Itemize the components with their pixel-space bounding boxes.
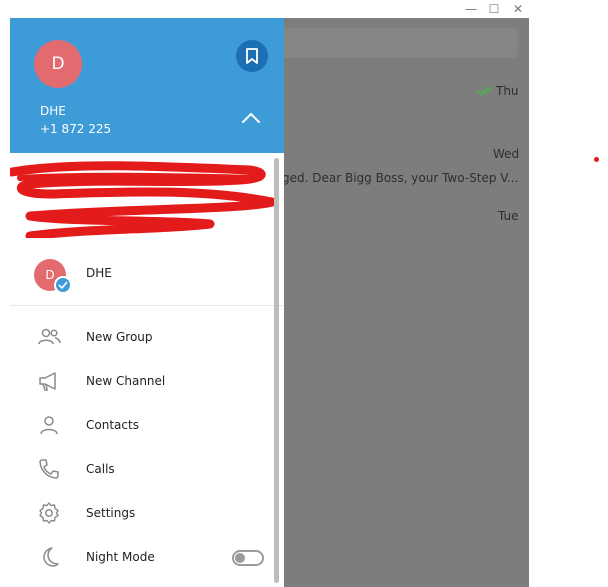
menu-item-new-channel[interactable]: New Channel xyxy=(10,359,284,403)
menu-label: Settings xyxy=(86,506,136,520)
menu-item-settings[interactable]: Settings xyxy=(10,491,284,535)
megaphone-icon xyxy=(39,372,56,391)
drawer-header: D DHE +1 872 225 xyxy=(10,18,284,153)
saved-messages-button[interactable] xyxy=(236,40,268,72)
menu-item-night-mode[interactable]: Night Mode xyxy=(10,535,284,579)
menu-label: New Channel xyxy=(86,374,166,388)
menu-label: New Group xyxy=(86,330,153,344)
chat-row-3-time: Tue xyxy=(498,209,519,223)
chat-row-2-snippet: ged. Dear Bigg Boss, your Two-Step V... xyxy=(282,171,519,185)
gear-icon xyxy=(39,502,59,524)
person-icon xyxy=(40,416,58,435)
chat-time: Thu xyxy=(496,84,519,98)
redaction-scribble xyxy=(10,161,277,238)
avatar[interactable]: D xyxy=(34,40,82,88)
close-button[interactable]: ✕ xyxy=(506,0,530,18)
check-badge-icon xyxy=(54,276,72,294)
account-row[interactable]: D DHE xyxy=(10,254,284,304)
scrollbar[interactable] xyxy=(274,158,279,583)
account-name: DHE xyxy=(86,266,112,280)
chat-row-2-time: Wed xyxy=(493,147,520,161)
menu-item-calls[interactable]: Calls xyxy=(10,447,284,491)
maximize-button[interactable]: ☐ xyxy=(482,0,506,18)
toggle-knob xyxy=(235,553,245,563)
menu-label: Night Mode xyxy=(86,550,155,564)
red-dot-mark xyxy=(594,157,599,162)
title-bar: — ☐ ✕ xyxy=(10,0,529,18)
moon-icon xyxy=(43,547,59,567)
phone-icon xyxy=(39,459,59,479)
menu-label: Contacts xyxy=(86,418,139,432)
night-mode-toggle[interactable] xyxy=(232,550,264,566)
user-phone: +1 872 225 xyxy=(40,122,112,136)
group-icon xyxy=(38,328,61,345)
menu-item-contacts[interactable]: Contacts xyxy=(10,403,284,447)
minimize-button[interactable]: — xyxy=(459,0,483,18)
divider xyxy=(10,305,284,306)
chat-row-1-time: Thu xyxy=(476,84,519,98)
side-menu-drawer: D DHE +1 872 225 D DHE New Group New Cha… xyxy=(10,18,284,587)
chevron-up-icon[interactable] xyxy=(240,111,262,125)
menu-item-new-group[interactable]: New Group xyxy=(10,315,284,359)
menu-label: Calls xyxy=(86,462,115,476)
user-name: DHE xyxy=(40,104,66,118)
menu-list: New Group New Channel Contacts Calls Set… xyxy=(10,315,284,579)
double-check-icon xyxy=(476,86,493,97)
bookmark-icon xyxy=(246,48,258,64)
search-input[interactable] xyxy=(282,28,518,58)
